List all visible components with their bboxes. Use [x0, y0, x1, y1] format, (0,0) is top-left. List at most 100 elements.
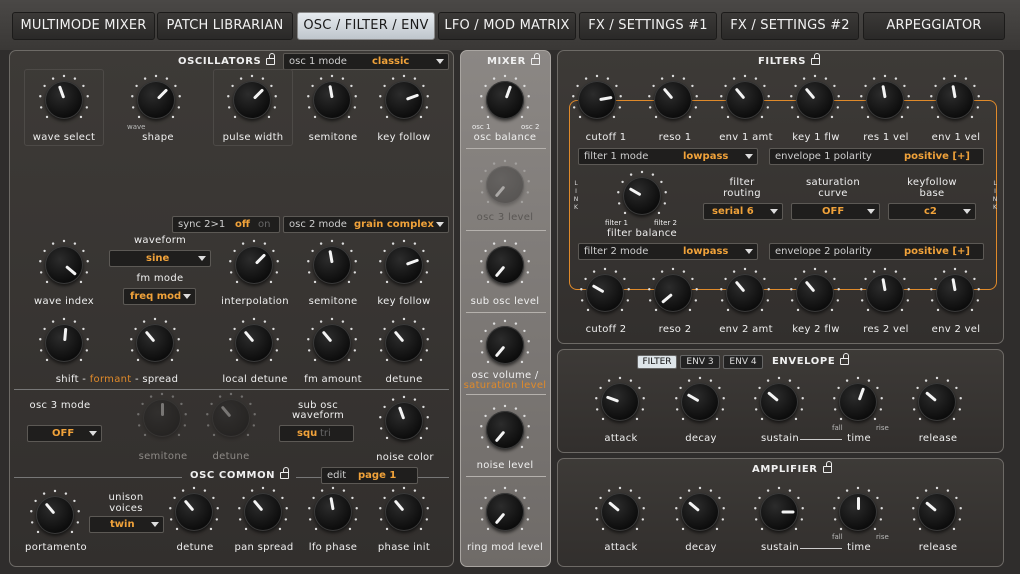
env-2-amt-knob[interactable] [720, 267, 770, 312]
tab-arpeggiator[interactable]: ARPEGGIATOR [863, 12, 1005, 40]
noise-level-knob[interactable] [480, 404, 530, 449]
ring-mod-level-knob[interactable] [480, 486, 530, 531]
link-left[interactable]: LINK [572, 180, 580, 212]
fm-amount-knob[interactable] [307, 317, 357, 362]
reso-1-knob[interactable] [648, 74, 698, 119]
env-sustain-label: sustain [760, 433, 800, 444]
env-1-vel-knob[interactable] [930, 74, 980, 119]
env-time-knob[interactable] [833, 376, 883, 421]
tab-osc-filter-env[interactable]: OSC / FILTER / ENV [297, 12, 435, 40]
osc-balance-knob[interactable] [480, 74, 530, 119]
link-right[interactable]: LINK [991, 180, 999, 212]
wave-index-knob[interactable] [39, 239, 89, 284]
env-2-vel-knob[interactable] [930, 267, 980, 312]
local-detune-knob[interactable] [229, 317, 279, 362]
filters-title: FILTERS [758, 53, 821, 67]
lock-icon[interactable] [266, 53, 276, 65]
saturation-curve-select[interactable]: OFF [791, 203, 880, 220]
env-attack-knob[interactable] [595, 376, 645, 421]
osc2-mode-select[interactable]: osc 2 mode grain complex [283, 216, 449, 233]
shape-knob[interactable] [131, 74, 181, 119]
res-1-vel-label: res 1 vel [863, 132, 909, 143]
env-tab-filter[interactable]: FILTER [637, 355, 677, 369]
tab-fx-settings-2[interactable]: FX / SETTINGS #2 [721, 12, 859, 40]
osc-volume-knob[interactable] [480, 319, 530, 364]
fm-mode-select[interactable]: freq mod [123, 288, 196, 305]
env-tab-env4[interactable]: ENV 4 [723, 355, 763, 369]
env-release-knob[interactable] [912, 376, 962, 421]
chevron-down-icon [151, 522, 159, 527]
detune-knob[interactable] [379, 317, 429, 362]
osc2-key-follow-label: key follow [377, 296, 431, 307]
osc3-detune-knob[interactable] [206, 392, 256, 437]
noise-color-knob[interactable] [379, 395, 429, 440]
noise-color-label: noise color [376, 452, 434, 463]
envelope-1-polarity-select[interactable]: envelope 1 polarity positive [+] [769, 148, 984, 165]
osc2-semitone-knob[interactable] [307, 239, 357, 284]
env-tab-env3[interactable]: ENV 3 [680, 355, 720, 369]
lock-icon[interactable] [840, 353, 850, 365]
tab-fx-settings-1[interactable]: FX / SETTINGS #1 [579, 12, 717, 40]
envelope-2-polarity-select[interactable]: envelope 2 polarity positive [+] [769, 243, 984, 260]
waveform-select[interactable]: sine [109, 250, 211, 267]
knob-scale [379, 486, 429, 531]
knob-scale [131, 74, 181, 119]
tab-lfo-mod-matrix[interactable]: LFO / MOD MATRIX [438, 12, 576, 40]
cutoff-2-knob[interactable] [580, 267, 630, 312]
edit-page-select[interactable]: edit page 1 [321, 467, 418, 484]
filter-balance-knob[interactable] [617, 170, 667, 215]
knob-scale [790, 267, 840, 312]
filter-2-mode-select[interactable]: filter 2 mode lowpass [578, 243, 758, 260]
keyfollow-base-select[interactable]: c2 [888, 203, 976, 220]
sub-waveform-toggle[interactable]: squ tri [279, 425, 354, 442]
amp-decay-knob[interactable] [675, 486, 725, 531]
portamento-label: portamento [25, 542, 87, 553]
osc1-key-follow-knob[interactable] [379, 74, 429, 119]
osc2-key-follow-knob[interactable] [379, 239, 429, 284]
lock-icon[interactable] [822, 461, 832, 473]
osc1-semitone-knob[interactable] [307, 74, 357, 119]
spread-knob[interactable] [130, 317, 180, 362]
pan-spread-knob[interactable] [238, 486, 288, 531]
phase-init-knob[interactable] [379, 486, 429, 531]
lock-icon[interactable] [530, 53, 540, 65]
osc1-mode-select[interactable]: osc 1 mode classic [283, 53, 449, 70]
portamento-knob[interactable] [30, 489, 80, 534]
env-2-vel-label: env 2 vel [931, 324, 981, 335]
env-decay-knob[interactable] [675, 376, 725, 421]
interpolation-knob[interactable] [229, 239, 279, 284]
wave-select-knob[interactable] [39, 74, 89, 119]
osc3-semitone-knob[interactable] [137, 392, 187, 437]
sub-osc-level-knob[interactable] [480, 239, 530, 284]
filter-1-mode-select[interactable]: filter 1 mode lowpass [578, 148, 758, 165]
knob-scale [930, 74, 980, 119]
key-1-flw-knob[interactable] [790, 74, 840, 119]
sync-toggle[interactable]: sync 2>1 off on [172, 216, 280, 233]
common-detune-knob[interactable] [169, 486, 219, 531]
amp-time-knob[interactable] [833, 486, 883, 531]
tab-multimode-mixer[interactable]: MULTIMODE MIXER [12, 12, 155, 40]
amp-sustain-knob[interactable] [754, 486, 804, 531]
key-2-flw-knob[interactable] [790, 267, 840, 312]
res-2-vel-knob[interactable] [860, 267, 910, 312]
amp-release-knob[interactable] [912, 486, 962, 531]
knob-scale [617, 170, 667, 215]
tab-patch-librarian[interactable]: PATCH LIBRARIAN [157, 12, 293, 40]
pulse-width-knob[interactable] [227, 74, 277, 119]
cutoff-1-knob[interactable] [572, 74, 622, 119]
lock-icon[interactable] [811, 53, 821, 65]
osc3-level-knob[interactable] [480, 159, 530, 204]
knob-scale [379, 74, 429, 119]
osc3-mode-select[interactable]: OFF [27, 425, 102, 442]
lfo-phase-knob[interactable] [308, 486, 358, 531]
filter-routing-select[interactable]: serial 6 [703, 203, 783, 220]
amp-attack-knob[interactable] [595, 486, 645, 531]
env-1-amt-knob[interactable] [720, 74, 770, 119]
unison-voices-select[interactable]: twin [89, 516, 164, 533]
env-sustain-knob[interactable] [754, 376, 804, 421]
reso-2-knob[interactable] [648, 267, 698, 312]
lock-icon[interactable] [280, 467, 290, 479]
shift-knob[interactable] [39, 317, 89, 362]
sub-osc-level-label: sub osc level [470, 296, 540, 307]
res-1-vel-knob[interactable] [860, 74, 910, 119]
